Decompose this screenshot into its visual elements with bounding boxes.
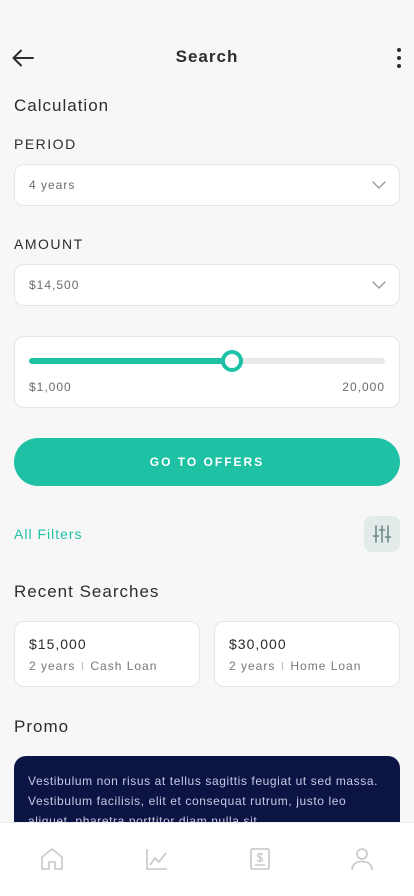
slider-max-label: 20,000 [342, 380, 385, 394]
recent-search-period: 2 years [29, 659, 76, 673]
divider [82, 662, 84, 670]
more-options-button[interactable] [392, 46, 406, 70]
bottom-tab-bar [0, 822, 414, 896]
recent-search-type: Cash Loan [90, 659, 158, 673]
more-vertical-icon [397, 48, 401, 52]
recent-search-meta: 2 years Home Loan [229, 659, 361, 673]
recent-search-card[interactable]: $15,000 2 years Cash Loan [14, 621, 200, 687]
filters-button[interactable] [364, 516, 400, 552]
sliders-icon [372, 525, 392, 543]
tab-payments[interactable] [246, 845, 274, 873]
page-title: Search [175, 47, 239, 66]
go-to-offers-button[interactable]: GO TO OFFERS [14, 438, 400, 486]
receipt-icon [250, 848, 270, 870]
promo-title: Promo [14, 717, 70, 736]
chart-icon [146, 849, 167, 870]
tab-statistics[interactable] [143, 845, 171, 873]
amount-slider-card: $1,000 20,000 [14, 336, 400, 408]
recent-search-type: Home Loan [290, 659, 362, 673]
period-value: 4 years [29, 178, 76, 192]
period-label: PERIOD [14, 136, 77, 152]
calculation-title: Calculation [14, 96, 110, 115]
recent-search-period: 2 years [229, 659, 276, 673]
recent-search-card[interactable]: $30,000 2 years Home Loan [214, 621, 400, 687]
slider-track[interactable] [29, 350, 385, 372]
home-icon [41, 848, 63, 870]
recent-search-amount: $15,000 [29, 636, 87, 652]
amount-select[interactable]: $14,500 [14, 264, 400, 306]
slider-thumb[interactable] [220, 350, 243, 372]
all-filters-link[interactable]: All Filters [14, 526, 83, 542]
recent-search-amount: $30,000 [229, 636, 287, 652]
recent-searches-title: Recent Searches [14, 582, 160, 601]
period-select[interactable]: 4 years [14, 164, 400, 206]
profile-icon [351, 848, 373, 871]
recent-search-meta: 2 years Cash Loan [29, 659, 157, 673]
chevron-down-icon [372, 181, 386, 189]
tab-home[interactable] [38, 845, 66, 873]
chevron-down-icon [372, 281, 386, 289]
divider [282, 662, 284, 670]
amount-label: AMOUNT [14, 236, 84, 252]
slider-min-label: $1,000 [29, 380, 72, 394]
slider-fill [29, 358, 232, 364]
amount-value: $14,500 [29, 278, 80, 292]
tab-profile[interactable] [348, 845, 376, 873]
